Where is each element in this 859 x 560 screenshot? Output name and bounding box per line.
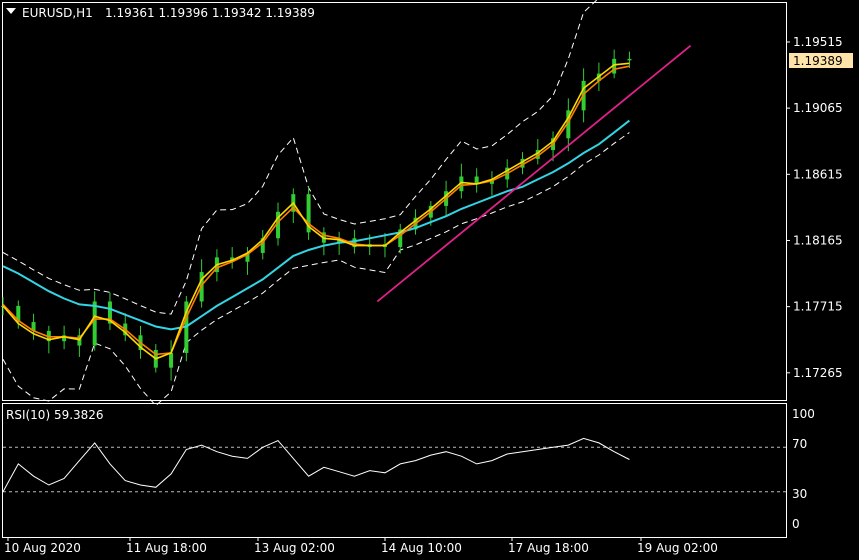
chart-area[interactable]: 1.19515 1.19065 1.18615 1.18165 1.17715 1.172… xyxy=(0,0,859,560)
rsi-label: RSI(10) 59.3826 xyxy=(6,408,104,422)
bollinger-bands xyxy=(2,0,630,407)
y-tick-label: 1.19065 xyxy=(793,101,843,115)
rsi-group xyxy=(2,437,786,493)
candles xyxy=(1,49,632,381)
ohlc-label: 1.19361 1.19396 1.19342 1.19389 xyxy=(105,6,315,20)
x-tick-label: 11 Aug 18:00 xyxy=(126,541,207,555)
x-tick-label: 17 Aug 18:00 xyxy=(508,541,589,555)
rsi-level-0: 0 xyxy=(792,517,800,531)
y-tick-label: 1.17265 xyxy=(793,366,843,380)
candle-body xyxy=(92,301,97,346)
x-tick-label: 10 Aug 2020 xyxy=(4,541,81,555)
rsi-line xyxy=(2,437,630,492)
x-tick-label: 14 Aug 10:00 xyxy=(381,541,462,555)
symbol-label: EURUSD,H1 xyxy=(22,6,93,20)
moving-averages xyxy=(2,62,631,360)
rsi-panel[interactable] xyxy=(2,403,787,538)
x-tick-label: 19 Aug 02:00 xyxy=(637,541,718,555)
axes: 1.19515 1.19065 1.18615 1.18165 1.17715 1.172… xyxy=(4,35,843,555)
rsi-level-30: 30 xyxy=(792,487,807,501)
y-tick-label: 1.17715 xyxy=(793,300,843,314)
trendline-group xyxy=(376,44,692,303)
ma-fast-line xyxy=(2,62,630,360)
ma-slow-line xyxy=(2,119,631,331)
dropdown-triangle-icon[interactable] xyxy=(6,8,16,14)
candle-body xyxy=(169,352,174,368)
candle-body xyxy=(627,58,632,61)
y-tick-label: 1.18165 xyxy=(793,233,843,247)
ma-mid-line xyxy=(2,65,630,356)
current-price: 1.19389 xyxy=(793,54,843,68)
y-tick-label: 1.19515 xyxy=(793,35,843,49)
rsi-level-100: 100 xyxy=(792,407,815,421)
y-tick-label: 1.18615 xyxy=(793,167,843,181)
trendline xyxy=(376,44,692,303)
x-tick-label: 13 Aug 02:00 xyxy=(254,541,335,555)
rsi-level-70: 70 xyxy=(792,437,807,451)
